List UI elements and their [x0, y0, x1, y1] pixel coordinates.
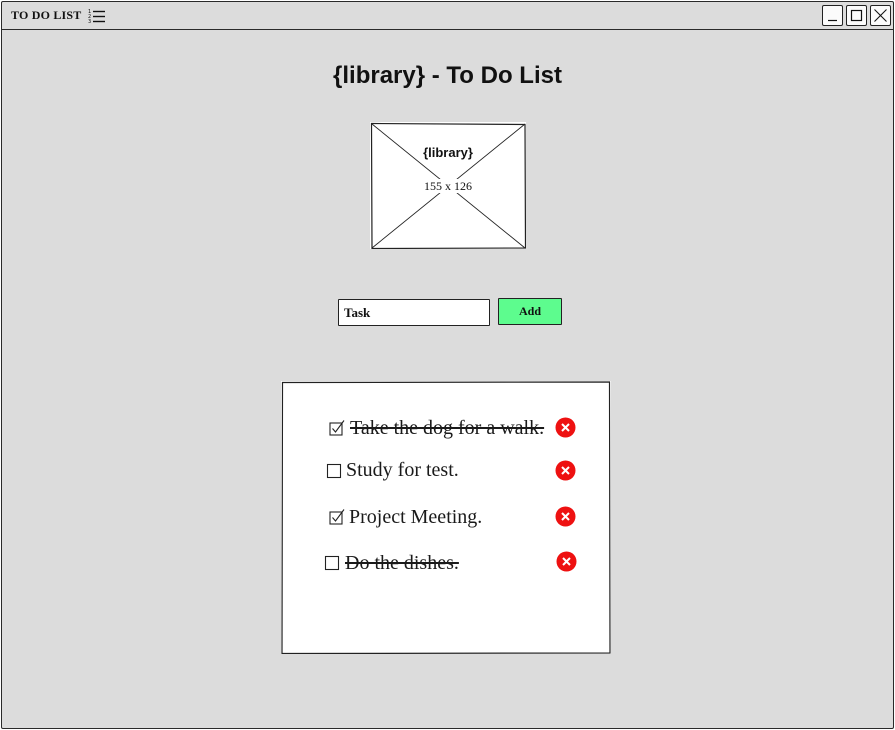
numbered-list-icon: 1 2 3	[88, 8, 106, 25]
delete-task-button[interactable]	[555, 460, 576, 481]
task-item: Do the dishes.	[281, 548, 611, 578]
image-placeholder-label: {library}	[422, 145, 474, 160]
delete-icon	[555, 417, 576, 438]
delete-icon	[555, 506, 576, 527]
task-checkbox-unchecked[interactable]	[326, 463, 342, 479]
task-item: Take the dog for a walk.	[281, 413, 611, 443]
maximize-icon	[850, 9, 863, 22]
task-item: Study for test.	[281, 456, 611, 486]
maximize-button[interactable]	[846, 5, 867, 26]
minimize-icon	[828, 19, 837, 22]
delete-task-button[interactable]	[555, 417, 576, 438]
svg-text:3: 3	[88, 19, 91, 24]
checkbox-unchecked-icon	[326, 463, 342, 479]
task-checkbox-checked[interactable]	[329, 509, 345, 525]
library-logo-placeholder: {library} 155 x 126	[370, 122, 526, 249]
task-input[interactable]	[338, 299, 490, 326]
app-window: TO DO LIST 1 2 3 {library} - To Do List …	[1, 1, 894, 729]
delete-task-button[interactable]	[556, 551, 577, 572]
task-label: Do the dishes.	[345, 552, 459, 574]
checkbox-unchecked-icon	[324, 555, 340, 571]
delete-icon	[555, 460, 576, 481]
task-checkbox-checked[interactable]	[329, 420, 345, 436]
task-label: Study for test.	[346, 459, 459, 481]
task-label: Take the dog for a walk.	[350, 417, 545, 439]
add-task-button[interactable]: Add	[498, 298, 562, 325]
close-icon	[874, 9, 887, 22]
delete-task-button[interactable]	[555, 506, 576, 527]
task-item: Project Meeting.	[281, 502, 611, 532]
delete-icon	[556, 551, 577, 572]
task-checkbox-unchecked[interactable]	[324, 555, 340, 571]
task-label: Project Meeting.	[349, 506, 483, 528]
checkbox-checked-icon	[329, 509, 345, 525]
page-title: {library} - To Do List	[333, 62, 562, 89]
minimize-button[interactable]	[822, 5, 843, 26]
checkbox-checked-icon	[329, 420, 345, 436]
close-window-button[interactable]	[870, 5, 891, 26]
title-bar: TO DO LIST 1 2 3	[2, 2, 893, 30]
app-title: TO DO LIST	[11, 8, 82, 22]
image-placeholder-size: 155 x 126	[423, 179, 473, 193]
task-list: Take the dog for a walk. Study for test.	[281, 381, 611, 654]
